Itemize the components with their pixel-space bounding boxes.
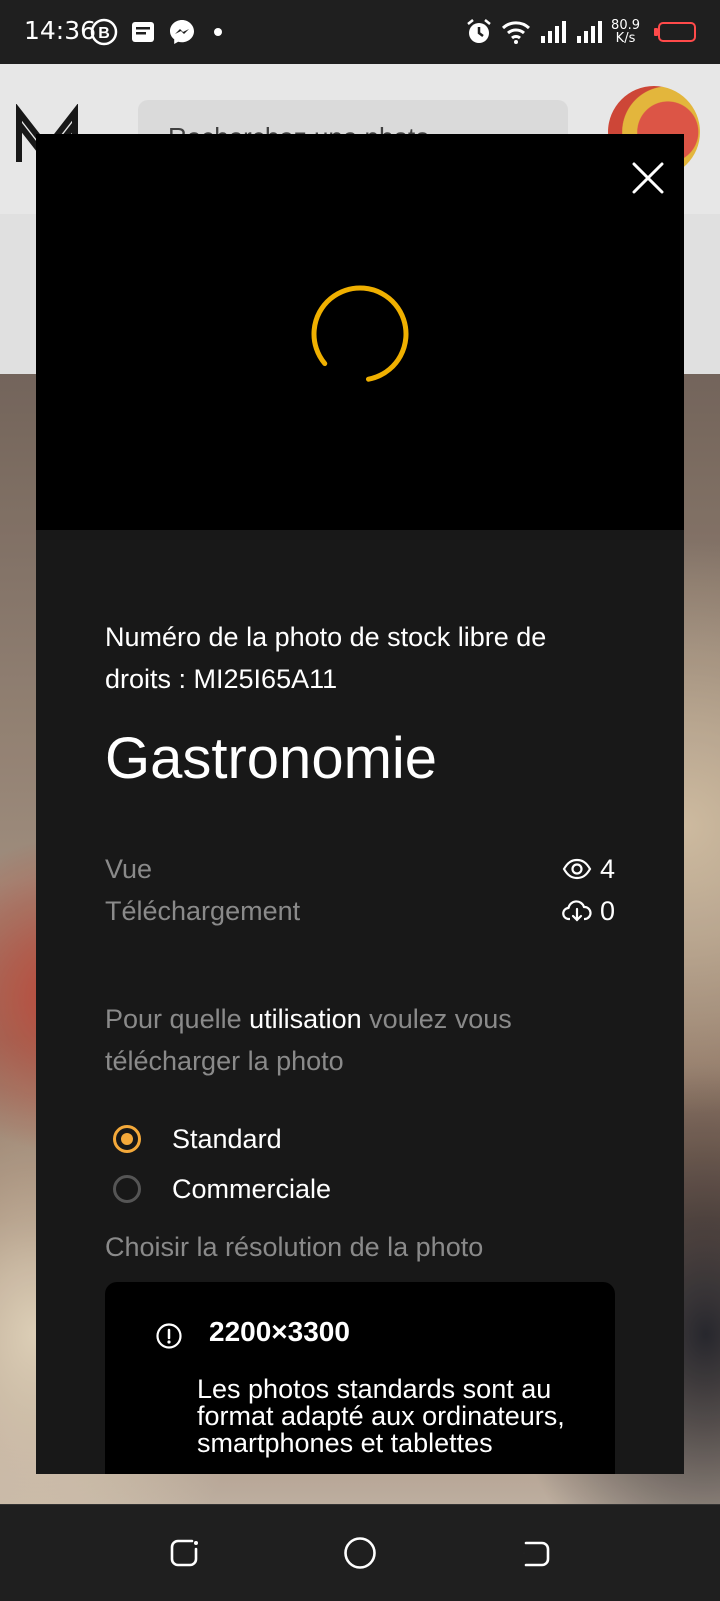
resolution-label: Choisir la résolution de la photo	[105, 1226, 483, 1268]
resolution-value: 2200×3300	[209, 1316, 350, 1348]
b-badge-icon: B	[90, 18, 118, 46]
alarm-icon	[465, 18, 493, 46]
status-time: 14:36	[24, 16, 96, 45]
signal-icon	[539, 19, 567, 45]
usage-option-standard[interactable]: Standard	[105, 1114, 615, 1164]
stat-downloads-label: Téléchargement	[105, 890, 300, 932]
messenger-icon	[168, 18, 196, 46]
info-icon	[155, 1322, 183, 1350]
radio-commerciale[interactable]	[113, 1175, 141, 1203]
recents-icon[interactable]	[166, 1535, 202, 1571]
stat-views-label: Vue	[105, 848, 152, 890]
eye-icon	[562, 858, 592, 880]
network-speed: 80.9 K/s	[611, 19, 640, 45]
resolution-description: Les photos standards sont au format adap…	[197, 1376, 597, 1457]
close-button[interactable]	[628, 158, 668, 198]
dot-icon	[208, 22, 228, 42]
loading-spinner-icon	[310, 284, 410, 384]
stat-downloads-value: 0	[600, 890, 615, 932]
photo-stats: Vue 4 Téléchargement 0	[105, 848, 615, 932]
stat-views: Vue 4	[105, 848, 615, 890]
usage-question: Pour quelle utilisation voulez vous télé…	[105, 998, 615, 1082]
system-nav-bar	[0, 1504, 720, 1601]
photo-preview	[36, 134, 684, 530]
stat-views-value: 4	[600, 848, 615, 890]
stat-downloads: Téléchargement 0	[105, 890, 615, 932]
photo-reference: Numéro de la photo de stock libre de dro…	[105, 616, 615, 700]
back-icon[interactable]	[518, 1535, 554, 1571]
photo-modal: Numéro de la photo de stock libre de dro…	[36, 134, 684, 1474]
photo-title: Gastronomie	[105, 724, 437, 794]
message-icon	[130, 19, 156, 45]
usage-option-commerciale[interactable]: Commerciale	[105, 1164, 615, 1214]
usage-option-label: Commerciale	[172, 1174, 331, 1205]
resolution-card[interactable]: 2200×3300 Les photos standards sont au f…	[105, 1282, 615, 1474]
usage-option-label: Standard	[172, 1124, 282, 1155]
radio-standard[interactable]	[113, 1125, 141, 1153]
wifi-icon	[501, 18, 531, 46]
battery-icon	[658, 22, 696, 42]
svg-text:B: B	[98, 25, 110, 42]
download-cloud-icon	[562, 899, 592, 923]
home-icon[interactable]	[342, 1535, 378, 1571]
usage-options: Standard Commerciale	[105, 1114, 615, 1214]
signal-icon	[575, 19, 603, 45]
status-bar: 14:36 B	[0, 0, 720, 64]
